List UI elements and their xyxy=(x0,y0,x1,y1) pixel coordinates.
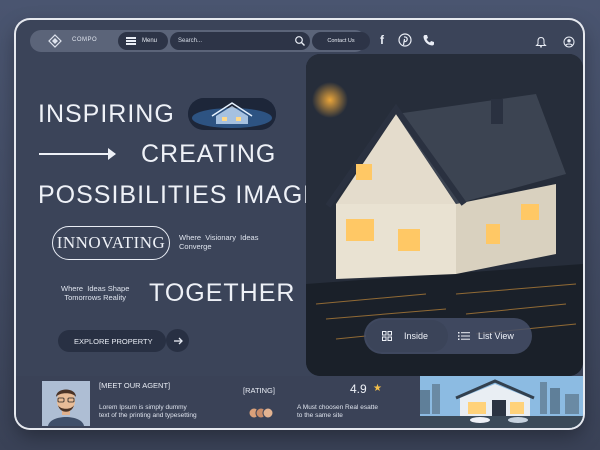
user-icon[interactable] xyxy=(563,36,575,48)
grid-icon xyxy=(382,331,392,341)
agent-description: Lorem Ipsum is simply dummy text of the … xyxy=(99,404,197,419)
search-placeholder: Search... xyxy=(178,38,203,44)
search-input[interactable]: Search... xyxy=(170,32,310,50)
innovating-badge: INNOVATING xyxy=(52,226,170,260)
arrow-right-icon xyxy=(108,148,116,160)
hamburger-icon xyxy=(126,37,136,45)
star-icon: ★ xyxy=(373,383,382,394)
contact-button[interactable]: Contact Us xyxy=(312,32,370,50)
menu-label: Menu xyxy=(142,38,158,44)
rating-description: A Must choosen Real esatte to the same s… xyxy=(297,404,378,419)
hero-line-creating: CREATING xyxy=(141,140,277,168)
inside-view-button[interactable]: Inside xyxy=(366,320,448,352)
logo-icon[interactable] xyxy=(48,34,62,48)
facebook-icon[interactable]: f xyxy=(375,33,389,47)
menu-button[interactable]: Menu xyxy=(118,32,168,50)
tagline-visionary: Where Visionary Ideas Converge xyxy=(179,233,259,251)
modern-house-image[interactable] xyxy=(420,376,583,428)
arrow-right-icon xyxy=(173,337,183,344)
explore-arrow-button[interactable] xyxy=(166,329,189,352)
explore-property-button[interactable]: EXPLORE PROPERTY xyxy=(58,330,166,352)
hero-line-possibilities: POSSIBILITIES IMAGE xyxy=(38,181,321,209)
hero-line-inspiring: INSPIRING xyxy=(38,100,175,128)
list-view-label: List View xyxy=(478,331,514,341)
top-bar: COMPO Menu Search... Contact Us f xyxy=(16,20,583,56)
tagline-ideas: Where Ideas Shape Tomorrows Reality xyxy=(61,284,130,302)
brand-name: COMPO xyxy=(72,37,98,43)
rating-title: [RATING] xyxy=(243,386,275,395)
house-pill-image xyxy=(188,98,276,130)
list-icon xyxy=(458,332,470,340)
app-frame: COMPO Menu Search... Contact Us f INSPIR… xyxy=(16,20,583,428)
agent-avatar[interactable] xyxy=(42,381,90,426)
agent-title: [MEET OUR AGENT] xyxy=(99,381,171,390)
pinterest-icon[interactable] xyxy=(398,33,412,47)
bell-icon[interactable] xyxy=(535,36,547,48)
phone-icon[interactable] xyxy=(422,33,436,47)
list-view-button[interactable]: List View xyxy=(454,320,530,352)
hero-line-together: TOGETHER xyxy=(149,279,296,307)
reviewer-avatars xyxy=(248,406,274,419)
arrow-line xyxy=(39,153,115,155)
rating-value: 4.9 xyxy=(350,382,367,396)
inside-label: Inside xyxy=(404,331,429,341)
search-icon[interactable] xyxy=(294,35,306,47)
